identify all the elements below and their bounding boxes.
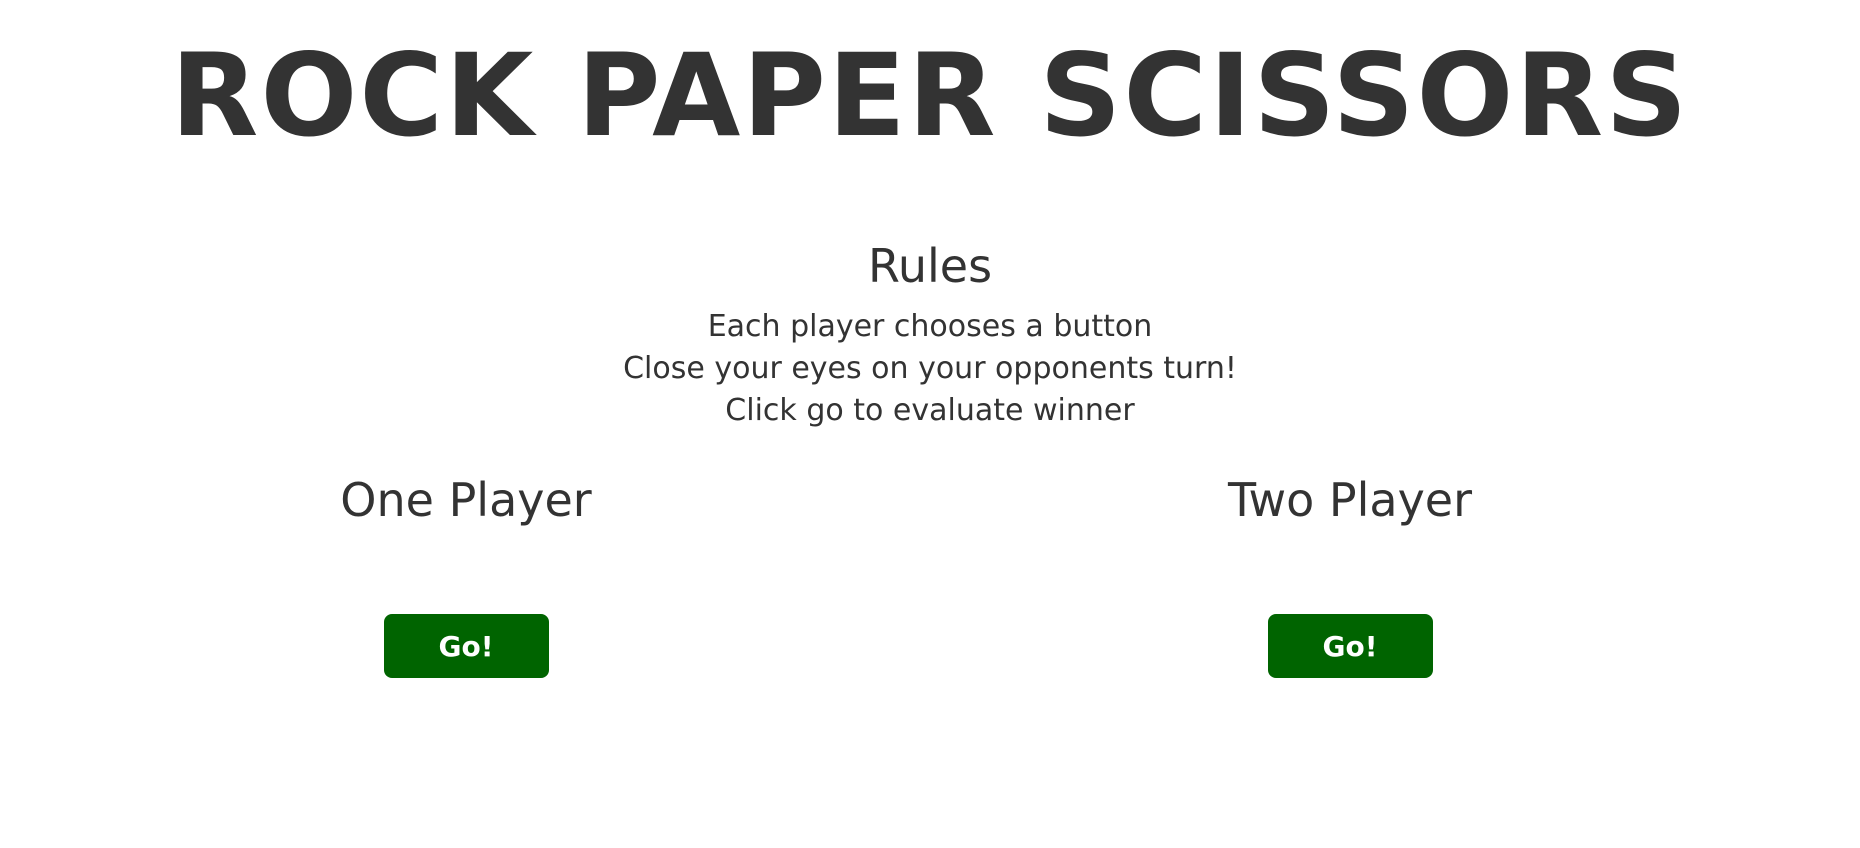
one-player-go-button[interactable]: Go! <box>383 614 549 678</box>
page-title: ROCK PAPER SCISSORS <box>170 29 1690 162</box>
rules-section: Rules Each player chooses a button Close… <box>0 238 1860 432</box>
rules-item: Click go to evaluate winner <box>725 393 1135 428</box>
rules-item: Close your eyes on your opponents turn! <box>623 351 1237 386</box>
two-player-section: Two Player Go! <box>1140 470 1560 678</box>
rules-item: Each player chooses a button <box>707 309 1153 344</box>
one-player-section: One Player Go! <box>256 470 676 678</box>
one-player-title: One Player <box>340 473 592 527</box>
rules-heading: Rules <box>867 239 993 293</box>
two-player-go-button[interactable]: Go! <box>1267 614 1433 678</box>
rules-list: Each player chooses a button Close your … <box>0 306 1860 432</box>
two-player-title: Two Player <box>1227 473 1472 527</box>
